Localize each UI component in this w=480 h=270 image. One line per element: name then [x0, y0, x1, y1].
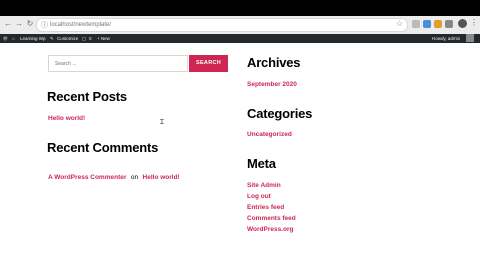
customize-icon: ✎: [50, 36, 54, 41]
reload-icon[interactable]: ↻: [25, 19, 35, 29]
meta-link-site-admin[interactable]: Site Admin: [247, 182, 281, 189]
extension-icon[interactable]: [434, 20, 442, 28]
info-icon[interactable]: ⓘ: [41, 20, 48, 30]
meta-link-log-out[interactable]: Log out: [247, 193, 271, 200]
comments-icon: ▢: [82, 36, 87, 41]
screen: ← → ↻ ⓘ localhost/newtemplate/ ☆ ⋮ Ⓦ ⌂ L…: [0, 0, 480, 270]
recent-post-link[interactable]: Hello world!: [48, 115, 85, 122]
admin-avatar[interactable]: [466, 34, 474, 42]
archive-link[interactable]: September 2020: [247, 81, 297, 88]
browser-menu-icon[interactable]: ⋮: [470, 18, 478, 27]
text-cursor-icon: Ɪ: [160, 119, 164, 126]
bookmark-star-icon[interactable]: ☆: [396, 19, 403, 28]
comment-post-link[interactable]: Hello world!: [143, 174, 180, 181]
adminbar-customize[interactable]: Customize: [57, 34, 78, 43]
meta-heading: Meta: [247, 156, 276, 171]
back-icon[interactable]: ←: [3, 19, 13, 29]
comment-author-link[interactable]: A WordPress Commenter: [48, 174, 126, 181]
adminbar-site-name[interactable]: Learning Wp: [20, 34, 46, 43]
extension-icon[interactable]: [423, 20, 431, 28]
page-content: SEARCH Recent Posts Hello world! Recent …: [0, 43, 480, 270]
search-input[interactable]: [48, 55, 188, 72]
category-link[interactable]: Uncategorized: [247, 131, 292, 138]
profile-avatar[interactable]: [458, 19, 467, 28]
search-button[interactable]: SEARCH: [189, 55, 228, 72]
address-bar[interactable]: ⓘ localhost/newtemplate/ ☆: [36, 18, 408, 32]
comment-on-text: on: [130, 174, 139, 181]
wp-admin-bar: Ⓦ ⌂ Learning Wp ✎ Customize ▢ 0 + New Ho…: [0, 34, 480, 43]
wordpress-logo-icon[interactable]: Ⓦ: [3, 34, 8, 43]
meta-link-wordpress-org[interactable]: WordPress.org: [247, 226, 293, 233]
categories-heading: Categories: [247, 106, 313, 121]
meta-link-entries-feed[interactable]: Entries feed: [247, 204, 284, 211]
extension-icon[interactable]: [412, 20, 420, 28]
home-icon: ⌂: [12, 36, 15, 41]
adminbar-howdy[interactable]: Howdy, admin: [432, 34, 460, 43]
archives-heading: Archives: [247, 55, 301, 70]
recent-comment-item: A WordPress Commenter on Hello world!: [48, 166, 180, 184]
adminbar-new[interactable]: + New: [97, 34, 110, 43]
meta-link-comments-feed[interactable]: Comments feed: [247, 215, 296, 222]
address-bar-url: localhost/newtemplate/: [50, 22, 112, 28]
browser-toolbar: ← → ↻ ⓘ localhost/newtemplate/ ☆ ⋮: [0, 16, 480, 35]
recent-comments-heading: Recent Comments: [47, 140, 159, 155]
recent-posts-heading: Recent Posts: [47, 89, 127, 104]
adminbar-comments-count[interactable]: 0: [89, 34, 92, 43]
extension-icon[interactable]: [445, 20, 453, 28]
forward-icon[interactable]: →: [14, 19, 24, 29]
